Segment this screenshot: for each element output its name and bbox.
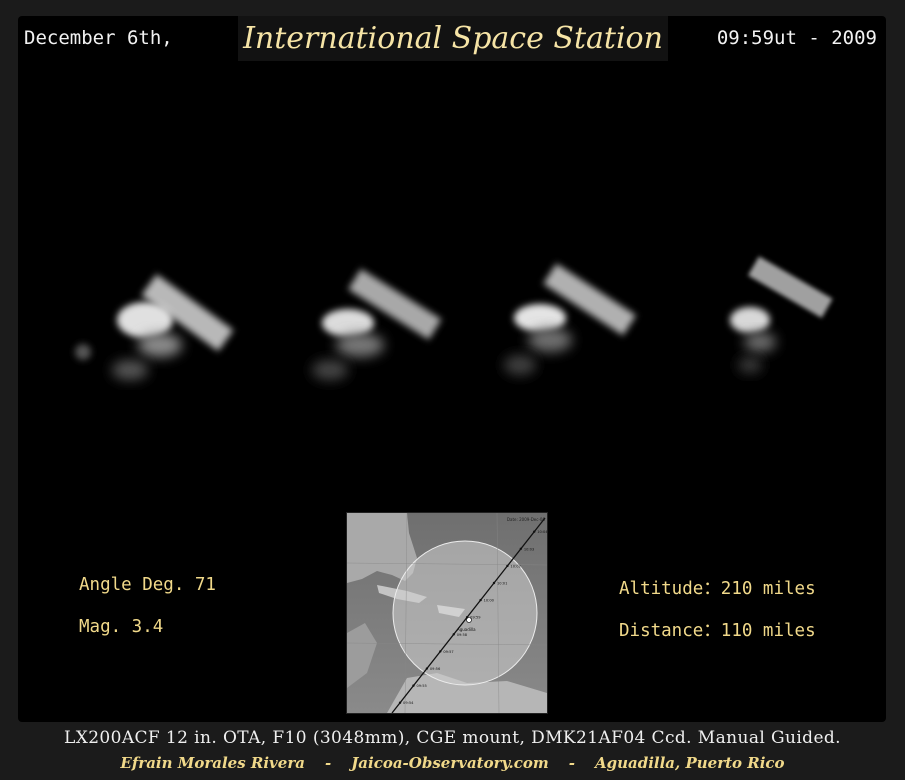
date-label: December 6th, [24,27,173,49]
map-date-label: Date: 2009-Dec-06 [507,517,546,522]
track-mark-label: 09:55 [416,684,426,688]
track-mark-label: 10:04 [537,530,547,534]
separator-2: - [568,754,575,772]
iss-frame-1 [75,274,234,380]
website-name: Jaicoa-Observatory.com [351,754,549,772]
track-mark-dot [452,633,455,636]
track-mark-dot [479,598,482,602]
track-mark-label: 09:58 [457,633,468,637]
track-mark-dot [506,564,509,568]
footer: LX200ACF 12 in. OTA, F10 (3048mm), CGE m… [0,724,905,780]
separator-1: - [324,754,332,772]
track-mark-label: 10:00 [484,599,495,603]
iss-frame-2 [312,268,442,380]
track-mark-label: 10:01 [497,582,507,586]
track-mark-label: 09:54 [403,701,414,705]
track-mark-dot [398,701,402,704]
map-svg: 09:54 09:55 09:56 09:57 09:58 09:59 10:00 10:01… [346,512,548,714]
page-title: International Space Station [243,21,663,56]
track-mark-dot [425,667,429,670]
credits-line: Efrain Morales Rivera - Jaicoa-Observatory… [0,754,905,772]
angle-label: Angle Deg. 71 [79,575,216,595]
pass-map: 09:54 09:55 09:56 09:57 09:58 09:59 10:00 10:01… [346,512,548,714]
track-mark-label: 09:57 [443,650,453,654]
title-box: International Space Station [238,16,668,61]
altitude-label: Altitude：210 miles [619,579,816,599]
track-mark-dot [412,684,415,687]
observer-location-marker [466,617,472,623]
track-mark-label: 10:03 [524,547,534,551]
observer-location-label: Aguadilla [457,627,476,632]
author-name: Efrain Morales Rivera [120,754,305,772]
iss-frame-4 [730,256,833,373]
time-label: 09:59ut - 2009 [716,27,877,49]
track-mark-dot [519,547,523,550]
track-mark-dot [492,581,496,585]
track-mark-label: 09:59 [470,616,481,620]
track-mark-label: 10:02 [510,564,520,568]
track-mark-dot [439,650,442,653]
iss-frame-3 [504,263,637,375]
track-mark-label: 09:56 [430,667,441,671]
equipment-specs: LX200ACF 12 in. OTA, F10 (3048mm), CGE m… [64,728,841,748]
distance-label: Distance：110 miles [619,621,816,641]
magnitude-label: Mag. 3.4 [79,617,164,637]
location-name: Aguadilla, Puerto Rico [594,754,785,772]
track-mark-dot [533,530,536,533]
